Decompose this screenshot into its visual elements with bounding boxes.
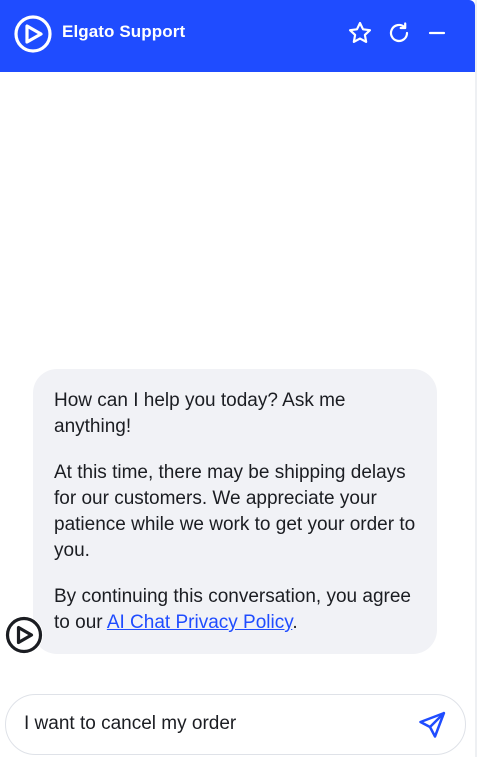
chat-title: Elgato Support — [62, 22, 186, 41]
shipping-notice-text: At this time, there may be shipping dela… — [54, 462, 416, 561]
privacy-policy-link[interactable]: AI Chat Privacy Policy — [107, 612, 292, 633]
message-composer — [5, 694, 466, 755]
greeting-text: How can I help you today? Ask me anythin… — [54, 390, 346, 437]
minus-icon — [428, 31, 446, 35]
star-icon — [348, 21, 372, 43]
refresh-icon — [389, 22, 409, 42]
minimize-button[interactable] — [424, 20, 450, 46]
bot-message-bubble: How can I help you today? Ask me anythin… — [33, 369, 437, 654]
favorite-button[interactable] — [347, 20, 373, 46]
send-button[interactable] — [417, 710, 447, 740]
elgato-logo-icon — [13, 14, 53, 54]
elgato-logo-icon — [5, 616, 43, 654]
privacy-consent-text: By continuing this conversation, you agr… — [54, 584, 417, 636]
send-icon — [419, 711, 446, 738]
chat-header: Elgato Support — [0, 0, 475, 72]
consent-suffix: . — [292, 612, 298, 633]
bot-avatar — [4, 615, 44, 655]
support-chat-widget: Elgato Support How can I help you today?… — [0, 0, 477, 757]
restart-conversation-button[interactable] — [386, 20, 412, 46]
message-input[interactable] — [24, 709, 394, 739]
